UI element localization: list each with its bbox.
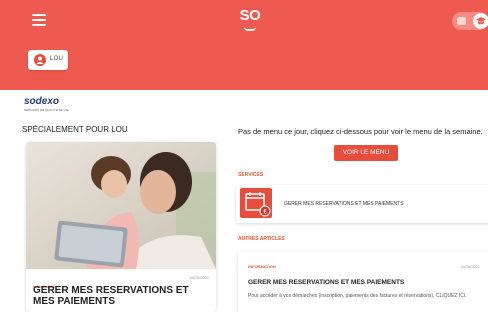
service-item[interactable]: € GERER MES RESERVATIONS ET MES PAIEMENT… [236, 185, 488, 223]
other-articles-label: AUTRES ARTICLES [238, 236, 285, 242]
services-label: SERVICES [238, 172, 264, 178]
sodexo-brand: sodexo SERVICES DE QUALITÉ DE VIE [24, 96, 68, 112]
card-title: GERER MES RESERVATIONS ET MES PAIEMENTS [33, 285, 189, 307]
heading-prefix: SPÉCIALEMENT POUR [22, 125, 109, 134]
article-card[interactable]: INFORMATION 19/08/2021 GERER MES RESERVA… [238, 252, 488, 312]
no-menu-message: Pas de menu ce jour, cliquez ci-dessous … [238, 127, 483, 136]
view-menu-button[interactable]: VOIR LE MENU [334, 145, 398, 161]
article-title: GERER MES RESERVATIONS ET MES PAIEMENTS [248, 279, 405, 286]
article-date: 19/08/2021 [459, 264, 480, 269]
toggle-left-icon [457, 17, 466, 25]
app-header: SO LOU [0, 0, 488, 90]
theme-toggle[interactable] [452, 12, 488, 30]
brand-logo: sodexo [24, 96, 60, 107]
service-item-label: GERER MES RESERVATIONS ET MES PAIEMENTS [284, 201, 404, 207]
card-date: 19/08/2021 [188, 275, 209, 280]
user-name: LOU [50, 56, 64, 62]
user-icon [34, 54, 46, 66]
main-content: sodexo SERVICES DE QUALITÉ DE VIE SPÉCIA… [0, 90, 488, 312]
graduation-cap-icon [476, 17, 486, 25]
family-photo-image [26, 142, 216, 269]
section-heading: SPÉCIALEMENT POUR LOU [22, 125, 128, 134]
article-category: INFORMATION [248, 264, 276, 269]
toggle-knob [473, 13, 488, 29]
article-body: Pour accéder à vos démarches (inscriptio… [248, 293, 467, 299]
user-selector-button[interactable]: LOU [28, 50, 68, 70]
calendar-euro-icon: € [240, 188, 272, 218]
heading-user: LOU [111, 125, 128, 134]
hamburger-menu-icon[interactable] [32, 14, 46, 26]
brand-tagline: SERVICES DE QUALITÉ DE VIE [24, 108, 69, 112]
featured-article-card[interactable]: Information 19/08/2021 GERER MES RESERVA… [26, 142, 216, 312]
